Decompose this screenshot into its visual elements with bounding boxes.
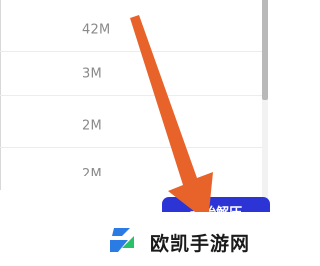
list-item[interactable]: 2M xyxy=(0,152,262,176)
file-size: 3M xyxy=(82,66,102,82)
watermark-text: 欧凯手游网 xyxy=(150,233,251,255)
file-size: 42M xyxy=(82,22,111,38)
file-size: 2M xyxy=(82,118,102,134)
list-item[interactable]: 42M xyxy=(0,8,262,52)
file-size: 2M xyxy=(82,167,102,176)
list-item[interactable]: 2M xyxy=(0,104,262,148)
scrollbar-thumb[interactable] xyxy=(262,0,268,100)
row-divider xyxy=(0,147,262,148)
watermark-logo-icon xyxy=(110,228,134,252)
list-item[interactable]: 3M xyxy=(0,52,262,96)
row-divider xyxy=(0,95,262,96)
watermark: 欧凯手游网 xyxy=(82,212,285,266)
